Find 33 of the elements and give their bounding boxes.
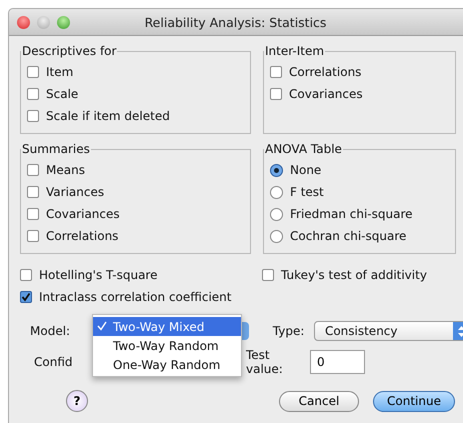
checkbox-label: Variances: [46, 185, 104, 199]
group-title: Descriptives for: [21, 44, 118, 58]
radio-label: None: [290, 163, 322, 177]
checkbox-label: Covariances: [46, 207, 120, 221]
radio-label: Friedman chi-square: [290, 207, 413, 221]
help-button[interactable]: ?: [66, 390, 88, 412]
group-title: ANOVA Table: [264, 142, 343, 156]
radio-label: F test: [290, 185, 324, 199]
radio-label: Cochran chi-square: [290, 229, 406, 243]
test-value-label: Test value:: [246, 348, 284, 376]
checkbox-label: Covariances: [289, 87, 363, 101]
model-label: Model:: [29, 324, 72, 338]
type-select[interactable]: Consistency: [314, 321, 463, 341]
checkbox-label: Correlations: [289, 65, 362, 79]
checkbox-label: Intraclass correlation coefficient: [39, 290, 232, 304]
checkbox-label: Item: [46, 65, 74, 79]
checkbox-label: Correlations: [46, 229, 118, 243]
continue-button[interactable]: Continue: [373, 390, 455, 412]
group-title: Inter-Item: [264, 44, 326, 58]
group-title: Summaries: [21, 142, 91, 156]
window-title: Reliability Analysis: Statistics: [144, 14, 326, 30]
checkbox-label: Means: [46, 163, 85, 177]
test-value-field[interactable]: 0: [310, 350, 365, 374]
checkbox-label: Hotelling's T-square: [39, 268, 158, 282]
confidence-label: Confid: [34, 355, 73, 369]
checkbox-label: Scale if item deleted: [46, 109, 170, 123]
cancel-button[interactable]: Cancel: [279, 390, 359, 412]
checkbox-label: Tukey's test of additivity: [281, 268, 427, 282]
menu-item[interactable]: Two-Way Random: [93, 336, 241, 355]
checkbox-label: Scale: [46, 87, 78, 101]
type-label: Type:: [272, 324, 306, 338]
menu-item[interactable]: Two-Way Mixed: [93, 317, 241, 336]
menu-item[interactable]: One-Way Random: [93, 355, 241, 374]
